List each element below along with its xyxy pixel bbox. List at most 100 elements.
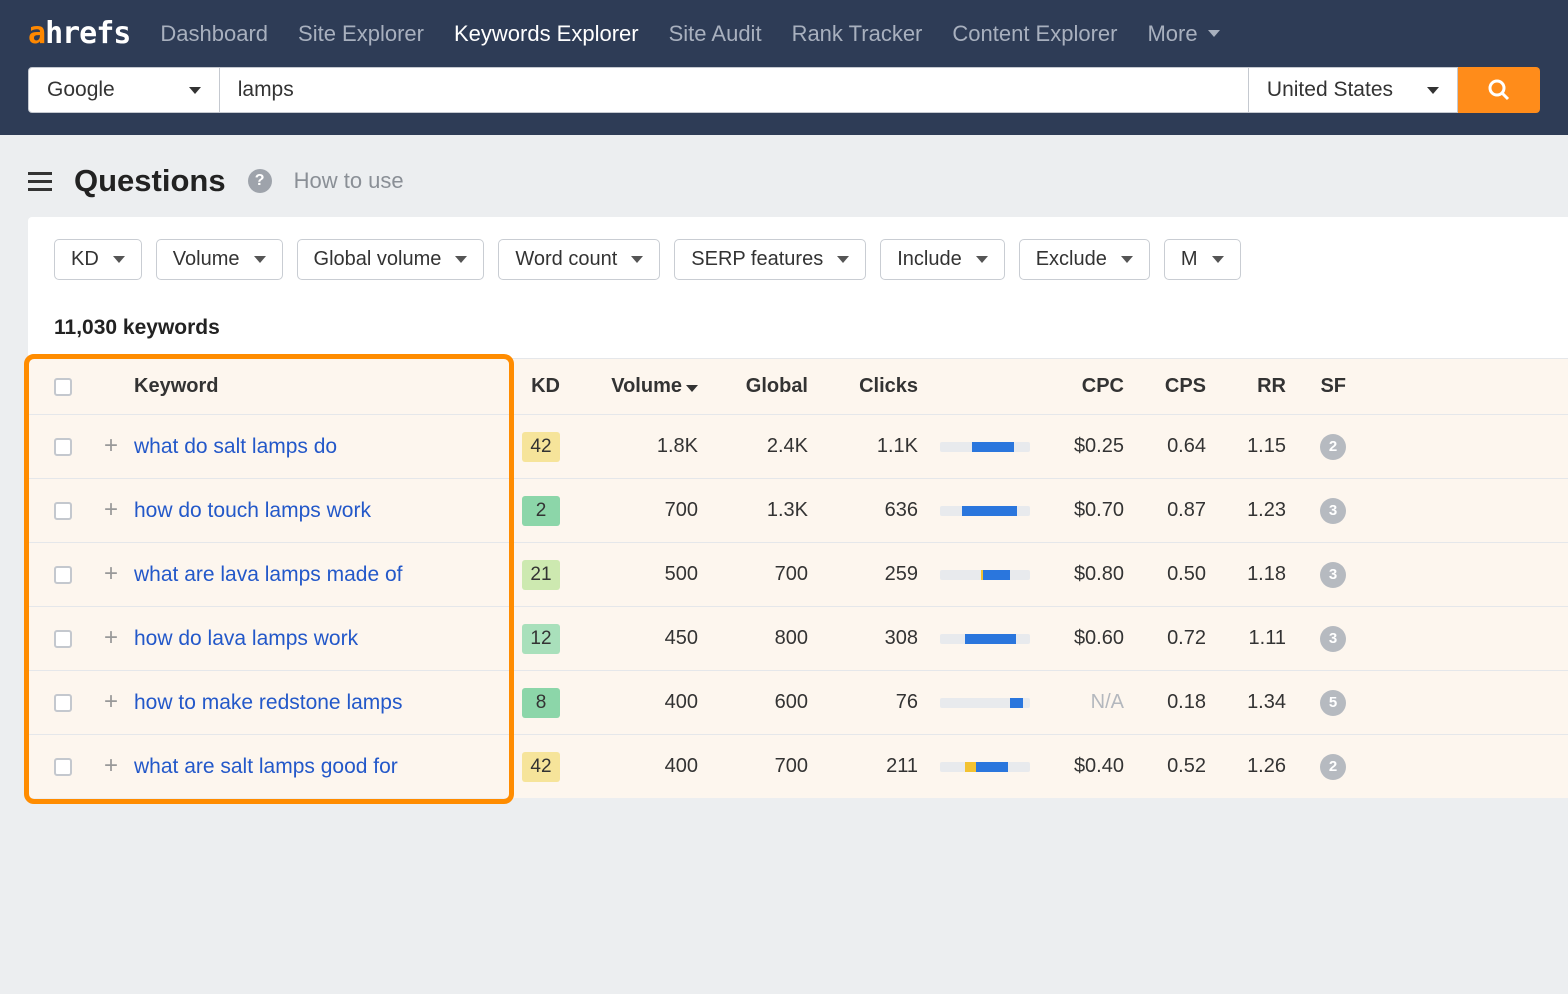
volume-value: 500	[578, 563, 718, 586]
sf-badge[interactable]: 5	[1320, 690, 1346, 716]
clicks-bar	[940, 762, 1030, 772]
clicks-bar	[940, 570, 1030, 580]
how-to-use-link[interactable]: How to use	[294, 168, 404, 194]
keyword-link[interactable]: what are salt lamps good for	[134, 755, 398, 778]
kd-badge: 21	[522, 560, 560, 590]
results-card: KDVolumeGlobal volumeWord countSERP feat…	[28, 217, 1568, 798]
keyword-link[interactable]: what do salt lamps do	[134, 435, 337, 458]
expand-icon[interactable]: +	[100, 628, 122, 650]
expand-icon[interactable]: +	[100, 564, 122, 586]
expand-icon[interactable]: +	[100, 436, 122, 458]
country-select[interactable]: United States	[1248, 67, 1458, 113]
cpc-value: $0.60	[1046, 627, 1138, 650]
sf-badge[interactable]: 3	[1320, 626, 1346, 652]
rr-value: 1.15	[1220, 435, 1300, 458]
filter-m[interactable]: M	[1164, 239, 1241, 280]
row-checkbox[interactable]	[54, 694, 72, 712]
country-label: United States	[1267, 78, 1393, 102]
logo[interactable]: ahrefs	[28, 16, 130, 51]
rr-value: 1.34	[1220, 691, 1300, 714]
rr-value: 1.26	[1220, 755, 1300, 778]
results-table: Keyword KD Volume Global Clicks CPC CPS …	[28, 358, 1568, 798]
nav-site-explorer[interactable]: Site Explorer	[298, 21, 424, 47]
page-title: Questions	[74, 163, 226, 199]
row-checkbox[interactable]	[54, 758, 72, 776]
col-rr[interactable]: RR	[1220, 375, 1300, 398]
filter-global-volume[interactable]: Global volume	[297, 239, 485, 280]
sf-badge[interactable]: 3	[1320, 562, 1346, 588]
chevron-down-icon	[1212, 256, 1224, 263]
filter-kd[interactable]: KD	[54, 239, 142, 280]
col-clicks[interactable]: Clicks	[828, 375, 940, 398]
expand-icon[interactable]: +	[100, 692, 122, 714]
col-cps[interactable]: CPS	[1138, 375, 1220, 398]
chevron-down-icon	[1427, 87, 1439, 94]
sf-badge[interactable]: 3	[1320, 498, 1346, 524]
results-count: 11,030 keywords	[28, 302, 1568, 358]
rr-value: 1.23	[1220, 499, 1300, 522]
select-all-checkbox[interactable]	[54, 378, 72, 396]
sf-badge[interactable]: 2	[1320, 754, 1346, 780]
row-checkbox[interactable]	[54, 502, 72, 520]
rr-value: 1.18	[1220, 563, 1300, 586]
clicks-value: 259	[828, 563, 940, 586]
sf-badge[interactable]: 2	[1320, 434, 1346, 460]
chevron-down-icon	[1121, 256, 1133, 263]
filter-include[interactable]: Include	[880, 239, 1005, 280]
col-volume[interactable]: Volume	[578, 375, 718, 398]
menu-icon[interactable]	[28, 167, 52, 196]
table-header-row: Keyword KD Volume Global Clicks CPC CPS …	[28, 358, 1568, 414]
filter-word-count[interactable]: Word count	[498, 239, 660, 280]
cpc-value: $0.80	[1046, 563, 1138, 586]
help-icon[interactable]: ?	[248, 169, 272, 193]
keyword-link[interactable]: how to make redstone lamps	[134, 691, 402, 714]
nav-content-explorer[interactable]: Content Explorer	[952, 21, 1117, 47]
filter-volume[interactable]: Volume	[156, 239, 283, 280]
col-sf[interactable]: SF	[1300, 375, 1356, 398]
rr-value: 1.11	[1220, 627, 1300, 650]
nav-keywords-explorer[interactable]: Keywords Explorer	[454, 21, 639, 47]
col-cpc[interactable]: CPC	[1046, 375, 1138, 398]
cpc-value: N/A	[1046, 691, 1138, 714]
search-engine-select[interactable]: Google	[28, 67, 220, 113]
clicks-value: 76	[828, 691, 940, 714]
chevron-down-icon	[254, 256, 266, 263]
clicks-bar	[940, 634, 1030, 644]
clicks-bar	[940, 442, 1030, 452]
chevron-down-icon	[631, 256, 643, 263]
clicks-value: 1.1K	[828, 435, 940, 458]
nav-rank-tracker[interactable]: Rank Tracker	[792, 21, 923, 47]
nav-more[interactable]: More	[1147, 21, 1219, 47]
search-engine-label: Google	[47, 78, 115, 102]
col-global[interactable]: Global	[718, 375, 828, 398]
search-button[interactable]	[1458, 67, 1540, 113]
filter-exclude[interactable]: Exclude	[1019, 239, 1150, 280]
col-kd[interactable]: KD	[492, 375, 578, 398]
expand-icon[interactable]: +	[100, 756, 122, 778]
cps-value: 0.52	[1138, 755, 1220, 778]
sort-desc-icon	[686, 385, 698, 392]
keyword-link[interactable]: how do touch lamps work	[134, 499, 371, 522]
global-value: 2.4K	[718, 435, 828, 458]
row-checkbox[interactable]	[54, 438, 72, 456]
row-checkbox[interactable]	[54, 566, 72, 584]
expand-icon[interactable]: +	[100, 500, 122, 522]
keyword-link[interactable]: how do lava lamps work	[134, 627, 358, 650]
top-nav: ahrefs Dashboard Site Explorer Keywords Ex…	[0, 0, 1568, 67]
chevron-down-icon	[189, 87, 201, 94]
volume-value: 450	[578, 627, 718, 650]
chevron-down-icon	[113, 256, 125, 263]
cps-value: 0.64	[1138, 435, 1220, 458]
global-value: 800	[718, 627, 828, 650]
cps-value: 0.72	[1138, 627, 1220, 650]
nav-site-audit[interactable]: Site Audit	[669, 21, 762, 47]
nav-dashboard[interactable]: Dashboard	[160, 21, 268, 47]
col-keyword[interactable]: Keyword	[134, 361, 492, 412]
filter-serp-features[interactable]: SERP features	[674, 239, 866, 280]
clicks-value: 308	[828, 627, 940, 650]
row-checkbox[interactable]	[54, 630, 72, 648]
global-value: 600	[718, 691, 828, 714]
keyword-link[interactable]: what are lava lamps made of	[134, 563, 402, 586]
table-row: + what are salt lamps good for 42 400 70…	[28, 734, 1568, 798]
keyword-input[interactable]	[220, 67, 1248, 113]
